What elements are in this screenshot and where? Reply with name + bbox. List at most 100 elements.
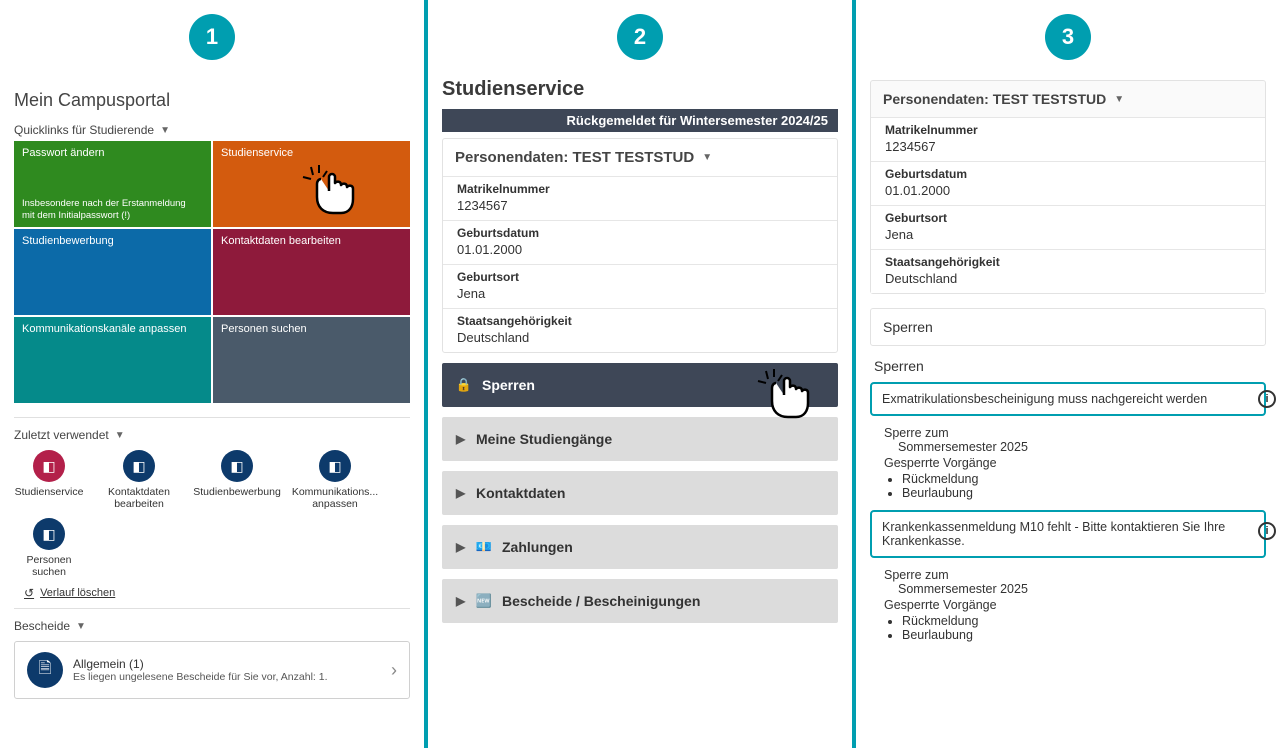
tile-personen-suchen[interactable]: Personen suchen [213, 317, 410, 403]
page-icon: ◧ [33, 450, 65, 482]
bescheide-item[interactable]: 🗎 Allgemein (1) Es liegen ungelesene Bes… [14, 641, 410, 699]
info-icon[interactable]: i [1258, 522, 1276, 540]
clear-history-label: Verlauf löschen [40, 587, 115, 599]
sperre-vorgang: Beurlaubung [902, 486, 1262, 500]
page-icon: ◧ [123, 450, 155, 482]
recent-item-studienbewerbung[interactable]: ◧ Studienbewerbung [194, 450, 280, 510]
sperre-title: Exmatrikulationsbescheinigung muss nachg… [882, 392, 1207, 406]
recent-item-kontaktdaten[interactable]: ◧ Kontaktdaten bearbeiten [104, 450, 174, 510]
undo-icon: ↺ [24, 586, 34, 600]
money-icon [476, 539, 492, 555]
page-title: Mein Campusportal [14, 90, 410, 111]
field-value: 1234567 [885, 139, 1251, 154]
quicklinks-label: Quicklinks für Studierende [14, 123, 154, 137]
sperre-zum-value: Sommersemester 2025 [884, 440, 1262, 454]
tile-title: Passwort ändern [22, 147, 203, 159]
recent-label: Zuletzt verwendet [14, 428, 109, 442]
field-staatsangehoerigkeit: Staatsangehörigkeit Deutschland [871, 249, 1265, 293]
persondata-title: Personendaten: TEST TESTSTUD [883, 91, 1106, 107]
sperre-vorgang: Rückmeldung [902, 472, 1262, 486]
persondata-toggle[interactable]: Personendaten: TEST TESTSTUD ▼ [443, 139, 837, 176]
chevron-right-icon: ▶ [456, 432, 466, 446]
panel-3: 3 Personendaten: TEST TESTSTUD ▼ Matrike… [856, 0, 1280, 748]
bescheide-toggle[interactable]: Bescheide ▼ [14, 619, 410, 633]
tile-subtitle: Insbesondere nach der Erstanmeldung mit … [22, 198, 194, 221]
persondata-title: Personendaten: TEST TESTSTUD [455, 149, 694, 166]
persondata-card: Personendaten: TEST TESTSTUD ▼ Matrikeln… [442, 138, 838, 353]
accordion-sperren[interactable]: Sperren [442, 363, 838, 407]
field-value: Deutschland [885, 271, 1251, 286]
recent-item-label: Personen suchen [14, 554, 84, 578]
click-cursor-icon [754, 367, 814, 424]
tile-studienservice[interactable]: Studienservice [213, 141, 410, 227]
accordion-kontaktdaten[interactable]: ▶ Kontaktdaten [442, 471, 838, 515]
step-badge-3: 3 [1045, 14, 1091, 60]
sperre-zum-value: Sommersemester 2025 [884, 582, 1262, 596]
tile-passwort-aendern[interactable]: Passwort ändern Insbesondere nach der Er… [14, 141, 211, 227]
sperre-zum-label: Sperre zum [884, 568, 1262, 582]
accordion-meine-studiengaenge[interactable]: ▶ Meine Studiengänge [442, 417, 838, 461]
tile-title: Kontaktdaten bearbeiten [221, 235, 402, 247]
accordion-zahlungen[interactable]: ▶ Zahlungen [442, 525, 838, 569]
panel-2: 2 Studienservice Rückgemeldet für Winter… [428, 0, 852, 748]
page-icon: ◧ [221, 450, 253, 482]
click-cursor-icon [299, 163, 359, 220]
accordion-bescheide[interactable]: ▶ Bescheide / Bescheinigungen [442, 579, 838, 623]
accordion-label: Meine Studiengänge [476, 431, 612, 447]
new-document-icon [476, 593, 492, 609]
accordion-label: Kontaktdaten [476, 485, 565, 501]
field-geburtsort: Geburtsort Jena [871, 205, 1265, 249]
field-geburtsdatum: Geburtsdatum 01.01.2000 [871, 161, 1265, 205]
field-label: Staatsangehörigkeit [457, 314, 823, 328]
field-staatsangehoerigkeit: Staatsangehörigkeit Deutschland [443, 308, 837, 352]
tile-kontaktdaten-bearbeiten[interactable]: Kontaktdaten bearbeiten [213, 229, 410, 315]
accordion-label: Zahlungen [502, 539, 573, 555]
field-label: Geburtsort [457, 270, 823, 284]
chevron-down-icon: ▼ [115, 430, 125, 441]
info-icon[interactable]: i [1258, 390, 1276, 408]
sperre-title: Krankenkassenmeldung M10 fehlt - Bitte k… [882, 520, 1225, 548]
tile-kommunikationskanaele[interactable]: Kommunikationskanäle anpassen [14, 317, 211, 403]
field-value: Deutschland [457, 330, 823, 345]
field-geburtsort: Geburtsort Jena [443, 264, 837, 308]
chevron-right-icon: ▶ [456, 594, 466, 608]
sperre-vorgaenge-label: Gesperrte Vorgänge [884, 456, 1262, 470]
persondata-card: Personendaten: TEST TESTSTUD ▼ Matrikeln… [870, 80, 1266, 294]
sperre-item-1: Exmatrikulationsbescheinigung muss nachg… [870, 382, 1266, 416]
document-icon: 🗎 [27, 652, 63, 688]
field-label: Geburtsort [885, 211, 1251, 225]
persondata-toggle[interactable]: Personendaten: TEST TESTSTUD ▼ [871, 81, 1265, 117]
field-value: Jena [457, 286, 823, 301]
bescheide-label: Bescheide [14, 619, 70, 633]
sperre-2-details: Sperre zum Sommersemester 2025 Gesperrte… [870, 564, 1266, 652]
field-value: 1234567 [457, 198, 823, 213]
field-label: Matrikelnummer [457, 182, 823, 196]
sperre-vorgang: Rückmeldung [902, 614, 1262, 628]
quicklinks-toggle[interactable]: Quicklinks für Studierende ▼ [14, 123, 410, 137]
sperre-1-details: Sperre zum Sommersemester 2025 Gesperrte… [870, 422, 1266, 510]
tile-title: Personen suchen [221, 323, 402, 335]
recent-item-personen-suchen[interactable]: ◧ Personen suchen [14, 518, 84, 578]
field-value: Jena [885, 227, 1251, 242]
recent-item-kommunikation[interactable]: ◧ Kommunikations... anpassen [300, 450, 370, 510]
recent-item-studienservice[interactable]: ◧ Studienservice [14, 450, 84, 510]
chevron-down-icon: ▼ [76, 621, 86, 632]
sperre-vorgang: Beurlaubung [902, 628, 1262, 642]
chevron-right-icon: ▶ [456, 540, 466, 554]
clear-history-link[interactable]: ↺ Verlauf löschen [24, 586, 410, 600]
panel-1: 1 Mein Campusportal Quicklinks für Studi… [0, 0, 424, 748]
recent-item-label: Kommunikations... anpassen [292, 486, 378, 510]
accordion-label: Bescheide / Bescheinigungen [502, 593, 700, 609]
sperre-zum-label: Sperre zum [884, 426, 1262, 440]
page-title: Studienservice [442, 78, 838, 101]
field-value: 01.01.2000 [885, 183, 1251, 198]
recent-toggle[interactable]: Zuletzt verwendet ▼ [14, 428, 410, 442]
sperren-label: Sperren [870, 358, 1266, 374]
field-label: Geburtsdatum [885, 167, 1251, 181]
tile-studienbewerbung[interactable]: Studienbewerbung [14, 229, 211, 315]
tile-title: Studienbewerbung [22, 235, 203, 247]
chevron-down-icon: ▼ [160, 125, 170, 136]
sperre-item-2: Krankenkassenmeldung M10 fehlt - Bitte k… [870, 510, 1266, 558]
field-value: 01.01.2000 [457, 242, 823, 257]
sperren-section-header[interactable]: Sperren [870, 308, 1266, 346]
